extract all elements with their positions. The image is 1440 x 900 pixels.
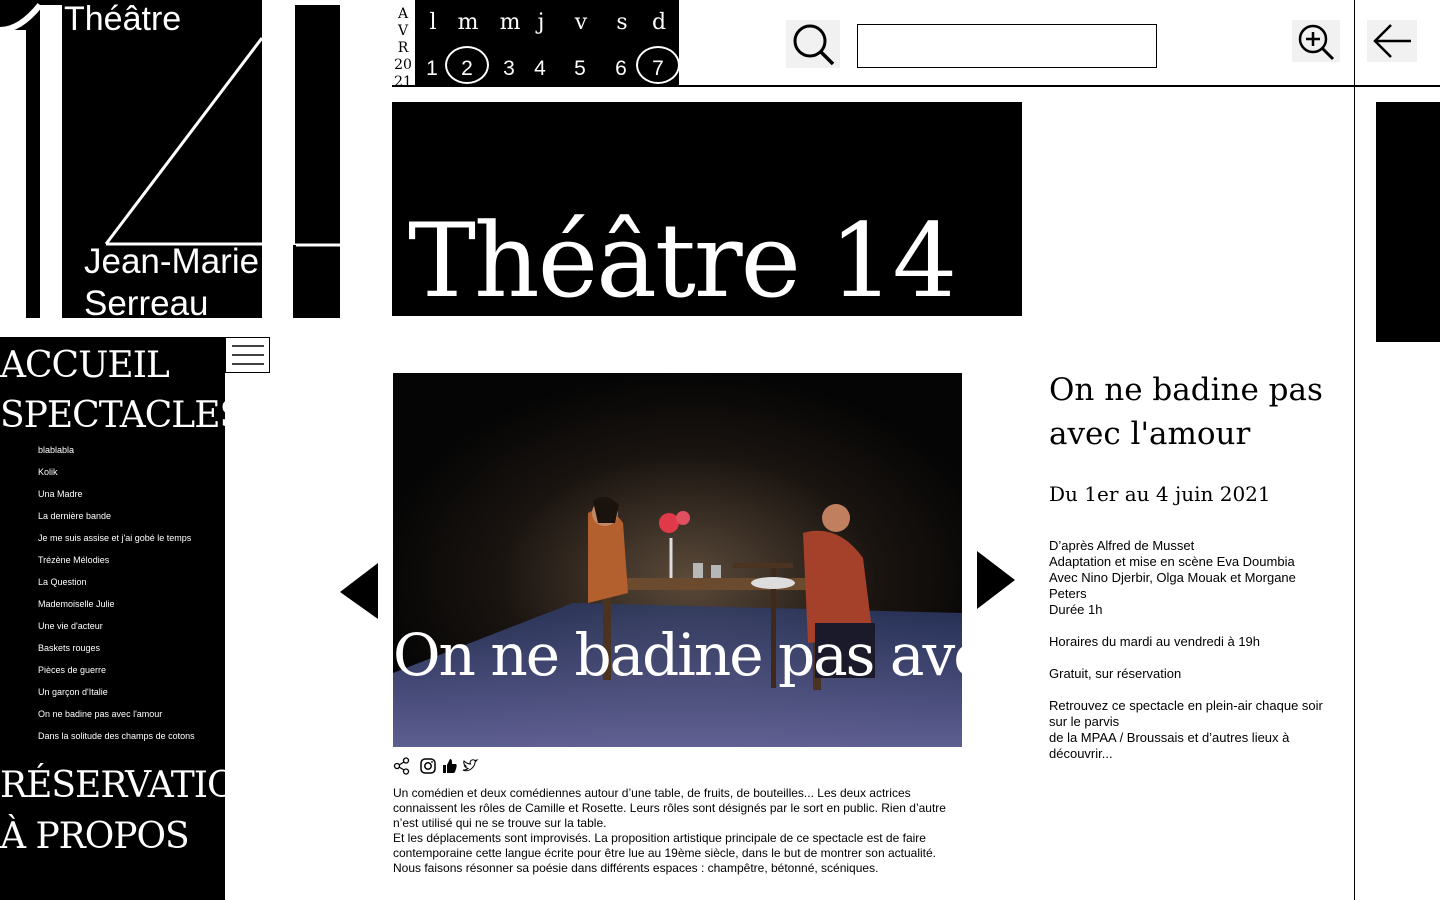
menu-button[interactable] <box>225 337 270 373</box>
calendar-day-name: m <box>457 10 479 35</box>
calendar-day-number[interactable]: 5 <box>562 57 598 81</box>
right-decor-block <box>1376 102 1440 342</box>
calendar-day-ring <box>445 46 489 84</box>
description-paragraph: Un comédien et deux comédiennes autour d… <box>393 786 946 830</box>
show-title: On ne badine pas avec l'amour <box>1049 372 1323 452</box>
show-price: Gratuit, sur réservation <box>1049 666 1182 681</box>
calendar-day-ring <box>636 46 680 84</box>
sidebar-nav: ACCUEIL SPECTACLES RÉSERVATION À PROPOS … <box>0 337 267 900</box>
carousel-next-button[interactable] <box>975 551 1017 609</box>
credit-duration: Durée 1h <box>1049 602 1103 617</box>
nav-spectacle-item[interactable]: blablabla <box>38 445 208 456</box>
show-schedule: Horaires du mardi au vendredi à 19h <box>1049 634 1261 649</box>
description-paragraph: Et les déplacements sont improvisés. La … <box>393 831 936 875</box>
calendar-day-number[interactable]: 6 <box>603 57 639 81</box>
nav-spectacle-item[interactable]: Dans la solitude des champs de cotons <box>38 731 208 742</box>
header-divider <box>392 85 1440 87</box>
calendar-day-name: j <box>537 10 545 35</box>
nav-spectacle-item[interactable]: Je me suis assise et j'ai gobé le temps <box>38 533 208 544</box>
logo-theatre-word: Théâtre <box>64 0 182 38</box>
zoom-in-button[interactable] <box>1292 20 1340 62</box>
nav-reservation[interactable]: RÉSERVATION <box>0 766 267 806</box>
nav-spectacle-item[interactable]: Une vie d'acteur <box>38 621 208 632</box>
year-part: 21 <box>394 74 412 90</box>
show-extra: Retrouvez ce spectacle en plein-air chaq… <box>1049 698 1329 762</box>
banner-title: Théâtre 14 <box>408 202 957 316</box>
triangle-left-icon <box>340 563 378 619</box>
nav-accueil[interactable]: ACCUEIL <box>0 346 170 386</box>
calendar-day-name: l <box>429 10 437 35</box>
extra-line: de la MPAA / Broussais et d’autres lieux… <box>1049 730 1290 761</box>
month-letter: V <box>397 23 409 39</box>
credit-author: D’après Alfred de Musset <box>1049 538 1195 553</box>
logo-name: Jean-Marie Serreau <box>84 241 259 318</box>
triangle-right-icon <box>977 551 1015 609</box>
nav-spectacles[interactable]: SPECTACLES <box>0 396 244 436</box>
show-description: Un comédien et deux comédiennes autour d… <box>393 786 961 876</box>
month-letter: A <box>397 6 409 22</box>
nav-spectacle-item[interactable]: Pièces de guerre <box>38 665 208 676</box>
calendar-day-name: v <box>574 10 588 35</box>
nav-spectacle-item[interactable]: Kolik <box>38 467 208 478</box>
nav-spectacle-item[interactable]: Una Madre <box>38 489 208 500</box>
nav-spectacle-item[interactable]: Mademoiselle Julie <box>38 599 208 610</box>
calendar-day-name: s <box>616 10 628 35</box>
nav-spectacle-item[interactable]: Baskets rouges <box>38 643 208 654</box>
thumbs-up-icon[interactable] <box>441 757 459 775</box>
nav-spectacle-item[interactable]: La dernière bande <box>38 511 208 522</box>
month-letter: R <box>397 40 409 56</box>
arrow-left-icon <box>1373 24 1411 58</box>
back-button[interactable] <box>1367 20 1417 62</box>
logo-name-line1: Jean-Marie <box>84 242 260 281</box>
hamburger-icon <box>232 345 264 365</box>
nav-spectacle-item[interactable]: Trézène Mélodies <box>38 555 208 566</box>
credit-cast: Avec Nino Djerbir, Olga Mouak et Morgane… <box>1049 570 1296 601</box>
nav-apropos[interactable]: À PROPOS <box>0 817 190 857</box>
show-photo: On ne badine pas avec l'amour <box>393 373 962 747</box>
show-credits: D’après Alfred de Musset Adaptation et m… <box>1049 538 1329 618</box>
show-info: D’après Alfred de Musset Adaptation et m… <box>1049 538 1329 778</box>
zoom-in-icon <box>1298 24 1335 61</box>
extra-line: Retrouvez ce spectacle en plein-air chaq… <box>1049 698 1323 729</box>
theatre-logo[interactable]: Théâtre Jean-Marie Serreau <box>0 0 340 318</box>
year-part: 20 <box>394 57 412 73</box>
share-icon[interactable] <box>393 757 411 775</box>
search-icon <box>793 24 835 66</box>
logo-name-line2: Serreau <box>84 284 209 318</box>
show-dates: Du 1er au 4 juin 2021 <box>1049 482 1271 506</box>
photo-caption: On ne badine pas avec l'amour <box>393 621 962 689</box>
twitter-icon[interactable] <box>461 757 479 775</box>
week-calendar: l1m2m3j4v5s6d7 <box>415 0 680 86</box>
calendar-day-name: d <box>651 10 667 35</box>
calendar-day-number[interactable]: 4 <box>522 57 558 81</box>
instagram-icon[interactable] <box>419 757 437 775</box>
hero-banner: Théâtre 14 <box>392 102 1022 316</box>
credit-direction: Adaptation et mise en scène Eva Doumbia <box>1049 554 1295 569</box>
search-input[interactable] <box>857 24 1157 68</box>
nav-spectacle-item[interactable]: On ne badine pas avec l'amour <box>38 709 208 720</box>
nav-spectacle-item[interactable]: Un garçon d'Italie <box>38 687 208 698</box>
right-column-divider <box>1354 0 1355 900</box>
nav-spectacle-item[interactable]: La Question <box>38 577 208 588</box>
calendar-month: A V R 20 21 <box>392 6 414 91</box>
search-button[interactable] <box>786 20 840 68</box>
carousel-prev-button[interactable] <box>340 563 380 621</box>
